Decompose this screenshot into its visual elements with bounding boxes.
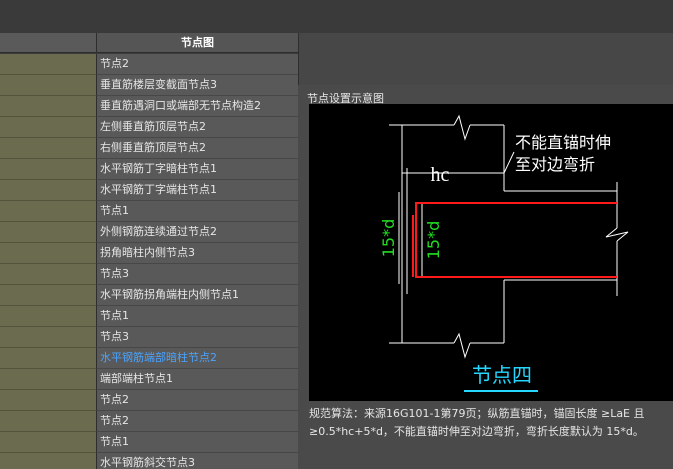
table-row-left-cell[interactable] [0,201,96,222]
table-row-left-cell[interactable] [0,180,96,201]
table-row-node-cell[interactable]: 节点2 [96,411,298,432]
table-row-left-cell[interactable] [0,243,96,264]
table-row-node-cell[interactable]: 垂直筋楼层变截面节点3 [96,75,298,96]
table-row-node-cell[interactable]: 拐角暗柱内侧节点3 [96,243,298,264]
table-row-node-cell[interactable]: 垂直筋遇洞口或端部无节点构造2 [96,96,298,117]
left-column-header [0,33,96,53]
table-row-left-cell[interactable] [0,306,96,327]
table-row-node-cell[interactable]: 节点3 [96,327,298,348]
table-row-node-cell[interactable]: 水平钢筋端部暗柱节点2 [96,348,298,369]
diagram-caption: 节点四 [472,363,532,387]
break-symbol-right [605,227,629,242]
note-line-2: 至对边弯折 [515,155,595,174]
table-row-left-cell[interactable] [0,285,96,306]
rebar-outer [415,202,617,278]
dimension-label-inner: 15*d [424,221,443,260]
table-row-left-cell[interactable] [0,138,96,159]
note-line-1: 不能直锚时伸 [515,133,611,152]
table-row-left-cell[interactable] [0,432,96,453]
table-row-node-cell[interactable]: 左侧垂直筋顶层节点2 [96,117,298,138]
table-row-left-cell[interactable] [0,54,96,75]
hc-label: hc [431,164,450,186]
break-symbol-top [453,114,471,141]
table-row-node-cell[interactable]: 右侧垂直筋顶层节点2 [96,138,298,159]
table-row-left-cell[interactable] [0,369,96,390]
table-row-node-cell[interactable]: 端部端柱节点1 [96,369,298,390]
table-row-node-cell[interactable]: 水平钢筋拐角端柱内侧节点1 [96,285,298,306]
table-row-node-cell[interactable]: 水平钢筋丁字暗柱节点1 [96,159,298,180]
table-row-left-cell[interactable] [0,327,96,348]
top-toolbar [0,0,673,33]
node-diagram: hc 不能直锚时伸 至对边弯折 15*d 15*d 节点四 [309,104,673,401]
table-row-node-cell[interactable]: 节点1 [96,432,298,453]
table-left-column [0,33,96,469]
table-row-left-cell[interactable] [0,117,96,138]
table-row-node-cell[interactable]: 外侧钢筋连续通过节点2 [96,222,298,243]
table-row-left-cell[interactable] [0,96,96,117]
table-row-left-cell[interactable] [0,159,96,180]
table-row-node-cell[interactable]: 水平钢筋斜交节点3 [96,453,298,469]
table-row-node-cell[interactable]: 节点1 [96,201,298,222]
table-row-left-cell[interactable] [0,348,96,369]
table-row-left-cell[interactable] [0,390,96,411]
table-row-left-cell[interactable] [0,264,96,285]
table-row-node-cell[interactable]: 节点2 [96,54,298,75]
table-row-node-cell[interactable]: 节点2 [96,390,298,411]
node-table: 节点图 节点2 垂直筋楼层变截面节点3 垂直筋遇洞口或端部无节点构造2 左侧垂直筋顶层… [0,33,298,469]
table-row-node-cell[interactable]: 节点3 [96,264,298,285]
node-preview-panel: 节点设置示意图 hc 不能直锚时伸 至对边弯折 15*d 15*d 节点四 规范… [298,33,673,469]
column-header-node-diagram[interactable]: 节点图 [96,33,298,53]
dimension-label-outer: 15*d [379,219,398,258]
table-row-node-cell[interactable]: 节点1 [96,306,298,327]
table-row-node-cell[interactable]: 水平钢筋丁字端柱节点1 [96,180,298,201]
break-symbol-bottom [453,332,471,359]
table-row-left-cell[interactable] [0,222,96,243]
table-row-left-cell[interactable] [0,75,96,96]
rule-description: 规范算法：来源16G101-1第79页；纵筋直锚时，锚固长度 ≥LaE 且≥0.… [309,407,645,438]
table-node-column: 节点图 节点2 垂直筋楼层变截面节点3 垂直筋遇洞口或端部无节点构造2 左侧垂直筋顶层… [96,33,298,469]
preview-toolbar-area [298,33,673,85]
note-leader-line [503,151,515,174]
table-row-left-cell[interactable] [0,453,96,469]
table-row-left-cell[interactable] [0,411,96,432]
